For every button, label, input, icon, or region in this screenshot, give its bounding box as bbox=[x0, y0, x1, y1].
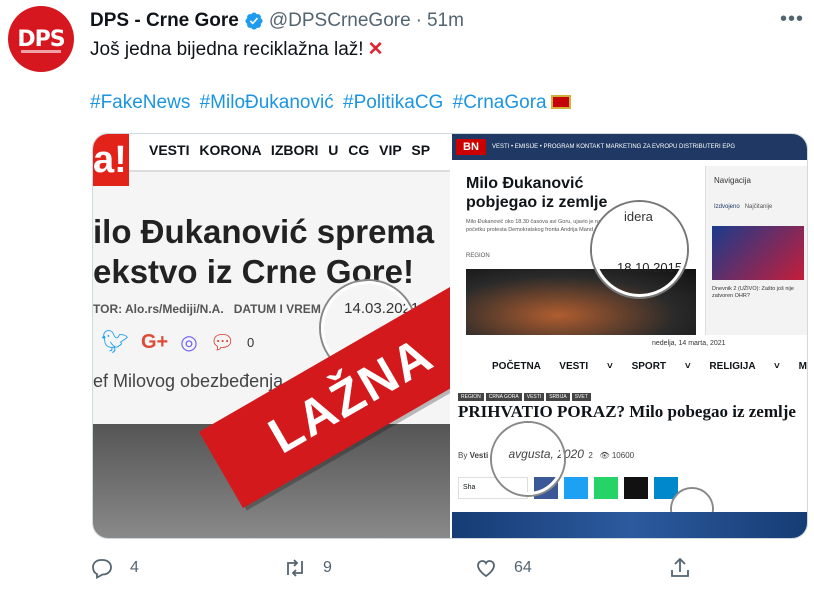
reply-button[interactable]: 4 bbox=[90, 556, 139, 580]
sidebar-caption: Dnevnik 2 (UŽIVO): Zašto još nije zatvor… bbox=[712, 286, 794, 299]
tweet-actions: 4 9 64 bbox=[90, 556, 790, 586]
tag: VESTI bbox=[523, 393, 545, 401]
headline-line: Milo Đukanović bbox=[466, 175, 584, 192]
reply-icon bbox=[92, 559, 112, 580]
twitter-icon: 🐦︎ bbox=[101, 329, 129, 354]
share-label: Sha bbox=[463, 484, 476, 491]
by-label: By bbox=[458, 451, 468, 460]
site-logo: BN bbox=[456, 139, 486, 155]
more-icon[interactable]: ••• bbox=[780, 8, 804, 31]
email-icon bbox=[624, 477, 648, 499]
article-subtitle: ef Milovog obezbeđenja bbox=[93, 371, 284, 391]
tag: CRNA GORA bbox=[485, 393, 522, 401]
reply-count: 4 bbox=[130, 559, 139, 576]
article-author: TOR: Alo.rs/Mediji/N.A. bbox=[93, 302, 224, 316]
like-count: 64 bbox=[514, 559, 532, 576]
retweet-button[interactable]: 9 bbox=[283, 556, 332, 580]
hashtag-link[interactable]: #MiloĐukanović bbox=[200, 92, 334, 113]
tag: REGION bbox=[458, 393, 484, 401]
tweet-text-body: Još jedna bijedna reciklažna laž! bbox=[90, 39, 364, 60]
headline-line: pobjegao iz zemlje bbox=[466, 194, 608, 211]
heart-icon bbox=[477, 560, 495, 578]
cross-mark-icon: ✕ bbox=[367, 39, 384, 60]
media-image-top-right[interactable]: VESTI • EMISIJE • PROGRAM KONTAKT MARKET… bbox=[452, 134, 807, 335]
whatsapp-icon bbox=[594, 477, 618, 499]
tweet-media: a! VESTI KORONA IZBORI U CG VIP SP ilo Đ… bbox=[92, 133, 808, 539]
site-date-bar: nedelja, 14 marta, 2021 bbox=[652, 340, 726, 347]
share-tweet-button[interactable] bbox=[668, 556, 708, 580]
sidebar-image bbox=[712, 226, 804, 280]
telegram-icon bbox=[654, 477, 678, 499]
site-nav-bar: VESTI • EMISIJE • PROGRAM KONTAKT MARKET… bbox=[452, 134, 807, 160]
verified-badge-icon bbox=[244, 11, 264, 31]
tab-featured: Izdvojeno bbox=[714, 204, 740, 210]
headline-line: ilo Đukanović sprema bbox=[93, 213, 435, 250]
retweet-count: 9 bbox=[323, 559, 332, 576]
article-body: Milo Đukanović oko 18.30 časova avi Goru… bbox=[466, 219, 602, 233]
article-tags: REGION CRNA GORA VESTI SRBIJA SVET bbox=[458, 393, 591, 401]
sidebar-navigation: Navigacija Izdvojeno Najčitanije Dnevnik… bbox=[705, 166, 807, 335]
article-headline: Milo Đukanović pobjegao iz zemlje bbox=[466, 174, 607, 212]
comment-icon: 💬︎ bbox=[209, 331, 236, 354]
media-image-bottom-right[interactable]: nedelja, 14 marta, 2021 POČETNA VESTI ˅ … bbox=[452, 337, 807, 538]
highlight-circle bbox=[592, 202, 687, 297]
hashtags: #FakeNews #MiloĐukanović #PolitikaCG #Cr… bbox=[90, 92, 575, 114]
avatar-logo-underline bbox=[21, 50, 61, 53]
google-plus-icon: G+ bbox=[140, 330, 169, 353]
author-name[interactable]: DPS - Crne Gore bbox=[90, 10, 239, 32]
hashtag-link[interactable]: #FakeNews bbox=[90, 92, 190, 113]
site-logo: a! bbox=[93, 134, 129, 186]
view-count: 10600 bbox=[611, 451, 635, 460]
media-image-left[interactable]: a! VESTI KORONA IZBORI U CG VIP SP ilo Đ… bbox=[93, 134, 450, 538]
headline-line: ekstvo iz Crne Gore! bbox=[93, 253, 414, 290]
tag: SRBIJA bbox=[546, 393, 570, 401]
tweet-time[interactable]: 51m bbox=[427, 10, 464, 32]
article-date-label: DATUM I VREM bbox=[233, 302, 321, 316]
montenegro-flag-icon bbox=[550, 95, 571, 109]
site-nav: VESTI KORONA IZBORI U CG VIP SP bbox=[149, 142, 431, 158]
share-count: 0 bbox=[247, 334, 255, 350]
tweet-header: DPS - Crne Gore @DPSCrneGore · 51m ••• bbox=[90, 8, 804, 34]
avatar-logo: DPS bbox=[17, 26, 65, 52]
avatar[interactable]: DPS bbox=[8, 6, 74, 72]
article-author: Vesti bbox=[469, 451, 489, 460]
retweet-icon bbox=[287, 559, 303, 577]
sidebar-tabs: Izdvojeno Najčitanije bbox=[714, 204, 772, 210]
hashtag-link[interactable]: #PolitikaCG bbox=[343, 92, 443, 113]
author-handle[interactable]: @DPSCrneGore bbox=[269, 10, 411, 32]
site-nav: POČETNA VESTI ˅ SPORT ˅ RELIGIJA ˅ MAGAZ… bbox=[492, 361, 807, 372]
article-headline: PRIHVATIO PORAZ? Milo pobegao iz zemlje bbox=[458, 402, 796, 421]
viber-icon: ◎ bbox=[180, 331, 198, 354]
share-icon bbox=[671, 557, 689, 577]
twitter-icon bbox=[564, 477, 588, 499]
share-buttons: Sha bbox=[458, 477, 678, 499]
sidebar-title: Navigacija bbox=[714, 176, 751, 185]
article-photo bbox=[452, 512, 807, 538]
hashtag-link[interactable]: #CrnaGora bbox=[453, 92, 547, 113]
highlight-circle bbox=[492, 423, 564, 495]
comment-count: 2 bbox=[588, 451, 593, 460]
tweet-text: Još jedna bijedna reciklažna laž! ✕ bbox=[90, 36, 383, 64]
article-headline: ilo Đukanović sprema ekstvo iz Crne Gore… bbox=[93, 212, 450, 292]
social-share-row: 🐦︎ G+ ◎ 💬︎ 0 bbox=[101, 329, 254, 355]
separator-dot: · bbox=[415, 10, 422, 31]
tab-most-read: Najčitanije bbox=[744, 204, 773, 210]
tag: SVET bbox=[571, 393, 591, 401]
like-button[interactable]: 64 bbox=[474, 556, 532, 580]
